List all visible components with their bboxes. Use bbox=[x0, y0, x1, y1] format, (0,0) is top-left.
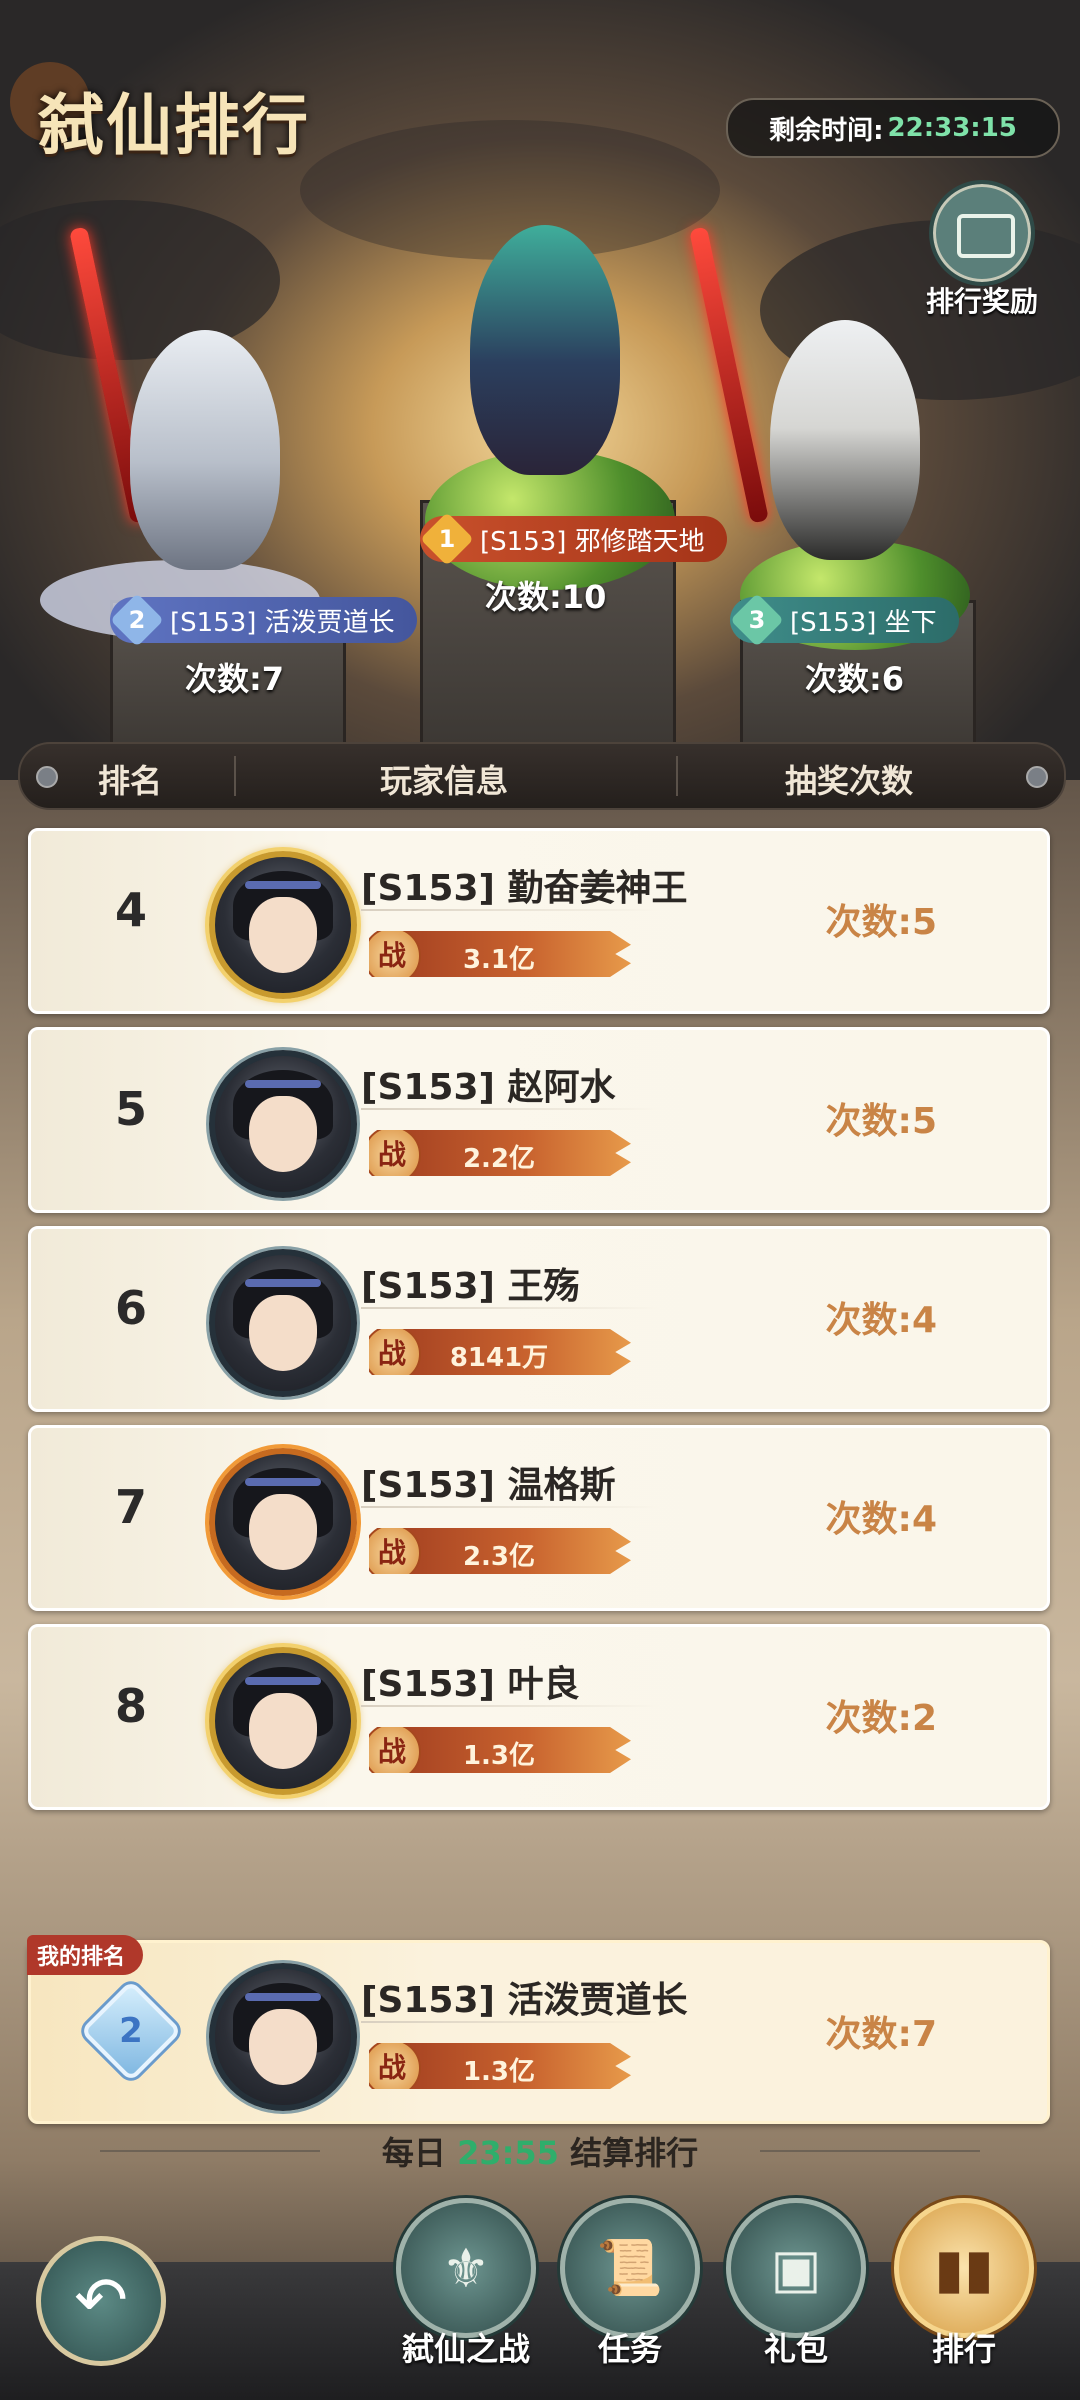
power-icon: 战 bbox=[369, 1130, 421, 1176]
player-avatar[interactable] bbox=[209, 851, 357, 999]
rank-badge: 2 bbox=[110, 593, 164, 647]
nav-battle[interactable]: ⚜ 弑仙之战 bbox=[396, 2198, 536, 2388]
my-draw-count: 次数:7 bbox=[825, 2014, 937, 2055]
draw-count: 次数:5 bbox=[825, 1101, 937, 1142]
remaining-time-label: 剩余时间: bbox=[769, 115, 884, 146]
rank-badge: 1 bbox=[420, 512, 474, 566]
back-arrow-icon: ↶ bbox=[74, 2264, 128, 2338]
podium-count-3: 次数:6 bbox=[805, 660, 905, 698]
power-value: 1.3亿 bbox=[462, 1741, 536, 1771]
player-name: [S153] 王殇 bbox=[361, 1266, 580, 1307]
podium-count-1: 次数:10 bbox=[485, 578, 607, 616]
podium-name-2: [S153] 活泼贾道长 bbox=[170, 607, 395, 638]
ranking-row[interactable]: 4 [S153] 勤奋姜神王战 3.1亿 次数:5 bbox=[28, 828, 1050, 1014]
header-dot-icon bbox=[1026, 766, 1048, 788]
bar-chart-icon: ▮▮ bbox=[894, 2198, 1034, 2338]
remaining-time-value: 22:33:15 bbox=[887, 113, 1017, 143]
my-rank-badge: 2 bbox=[80, 1980, 182, 2082]
power-value: 8141万 bbox=[449, 1343, 549, 1373]
power-icon: 战 bbox=[369, 1329, 421, 1375]
podium-nameplate-1[interactable]: 1 [S153] 邪修踏天地 bbox=[420, 512, 727, 566]
header-draw-count: 抽奖次数 bbox=[785, 762, 914, 800]
row-rank: 7 bbox=[114, 1480, 147, 1534]
player-avatar[interactable] bbox=[209, 1448, 357, 1596]
screen: 弑仙排行 剩余时间: 22:33:15 排行奖励 1 [S153] 邪修踏天地 … bbox=[0, 0, 1080, 2400]
back-button[interactable]: ↶ bbox=[36, 2236, 166, 2366]
scroll-icon: 📜 bbox=[560, 2198, 700, 2338]
power-icon: 战 bbox=[369, 1727, 421, 1773]
power-value: 2.3亿 bbox=[462, 1542, 536, 1572]
header-rank: 排名 bbox=[98, 762, 163, 800]
my-rank-tag: 我的排名 bbox=[27, 1935, 144, 1975]
draw-count: 次数:4 bbox=[825, 1300, 937, 1341]
ranking-row[interactable]: 7 [S153] 温格斯战 2.3亿 次数:4 bbox=[28, 1425, 1050, 1611]
my-rank-row[interactable]: 我的排名 2 [S153] 活泼贾道长 战 1.3亿 次数:7 bbox=[27, 1935, 1050, 2124]
header-divider bbox=[676, 756, 678, 796]
header-dot-icon bbox=[36, 766, 58, 788]
rank-reward-button[interactable]: 排行奖励 bbox=[922, 180, 1042, 318]
player-name: [S153] 赵阿水 bbox=[361, 1067, 616, 1108]
row-rank: 8 bbox=[114, 1679, 147, 1733]
player-avatar-1[interactable] bbox=[470, 225, 620, 475]
chest-icon: ▣ bbox=[726, 2198, 866, 2338]
nav-tasks[interactable]: 📜 任务 bbox=[560, 2198, 700, 2388]
nav-ranking[interactable]: ▮▮ 排行 bbox=[894, 2198, 1034, 2388]
player-name: [S153] 温格斯 bbox=[361, 1465, 616, 1506]
ranking-table-header: 排名 玩家信息 抽奖次数 bbox=[18, 742, 1066, 810]
header-divider bbox=[234, 756, 236, 796]
draw-count: 次数:4 bbox=[825, 1499, 937, 1540]
power-icon: 战 bbox=[369, 2043, 421, 2089]
my-avatar[interactable] bbox=[209, 1963, 357, 2111]
player-name: [S153] 叶良 bbox=[361, 1664, 580, 1705]
draw-count: 次数:5 bbox=[825, 902, 937, 943]
power-icon: 战 bbox=[369, 931, 421, 977]
power-bar: 战 1.3亿 bbox=[369, 1727, 631, 1773]
chest-icon bbox=[929, 180, 1035, 286]
podium-name-3: [S153] 坐下 bbox=[790, 607, 937, 638]
page-title: 弑仙排行 bbox=[38, 86, 310, 164]
power-bar: 战 3.1亿 bbox=[369, 931, 631, 977]
player-avatar[interactable] bbox=[209, 1647, 357, 1795]
power-bar: 战 2.2亿 bbox=[369, 1130, 631, 1176]
podium-name-1: [S153] 邪修踏天地 bbox=[480, 526, 705, 557]
my-player-name: [S153] 活泼贾道长 bbox=[361, 1980, 688, 2021]
ranking-row[interactable]: 8 [S153] 叶良战 1.3亿 次数:2 bbox=[28, 1624, 1050, 1810]
podium-nameplate-2[interactable]: 2 [S153] 活泼贾道长 bbox=[110, 593, 417, 647]
header-player-info: 玩家信息 bbox=[380, 762, 509, 800]
player-avatar-3[interactable] bbox=[770, 320, 920, 560]
podium-count-2: 次数:7 bbox=[185, 660, 285, 698]
my-power-value: 1.3亿 bbox=[462, 2057, 536, 2087]
row-rank: 5 bbox=[114, 1082, 147, 1136]
my-power-bar: 战 1.3亿 bbox=[369, 2043, 631, 2089]
remaining-time: 剩余时间: 22:33:15 bbox=[726, 98, 1060, 158]
player-avatar[interactable] bbox=[209, 1249, 357, 1397]
row-rank: 6 bbox=[114, 1281, 147, 1335]
player-avatar-2[interactable] bbox=[130, 330, 280, 570]
power-icon: 战 bbox=[369, 1528, 421, 1574]
settlement-time: 23:55 bbox=[457, 2134, 559, 2172]
nav-gift-pack[interactable]: ▣ 礼包 bbox=[726, 2198, 866, 2388]
row-rank: 4 bbox=[114, 883, 147, 937]
rank-badge: 3 bbox=[730, 593, 784, 647]
power-bar: 战 2.3亿 bbox=[369, 1528, 631, 1574]
ranking-row[interactable]: 5 [S153] 赵阿水战 2.2亿 次数:5 bbox=[28, 1027, 1050, 1213]
draw-count: 次数:2 bbox=[825, 1698, 937, 1739]
player-avatar[interactable] bbox=[209, 1050, 357, 1198]
rank-reward-label: 排行奖励 bbox=[925, 285, 1038, 318]
battle-emblem-icon: ⚜ bbox=[396, 2198, 536, 2338]
player-name: [S153] 勤奋姜神王 bbox=[361, 868, 688, 909]
power-value: 3.1亿 bbox=[462, 945, 536, 975]
power-value: 2.2亿 bbox=[462, 1144, 536, 1174]
podium-nameplate-3[interactable]: 3 [S153] 坐下 bbox=[730, 593, 959, 647]
ranking-row[interactable]: 6 [S153] 王殇战 8141万 次数:4 bbox=[28, 1226, 1050, 1412]
settlement-notice: 每日 23:55 结算排行 bbox=[381, 2134, 699, 2172]
power-bar: 战 8141万 bbox=[369, 1329, 631, 1375]
